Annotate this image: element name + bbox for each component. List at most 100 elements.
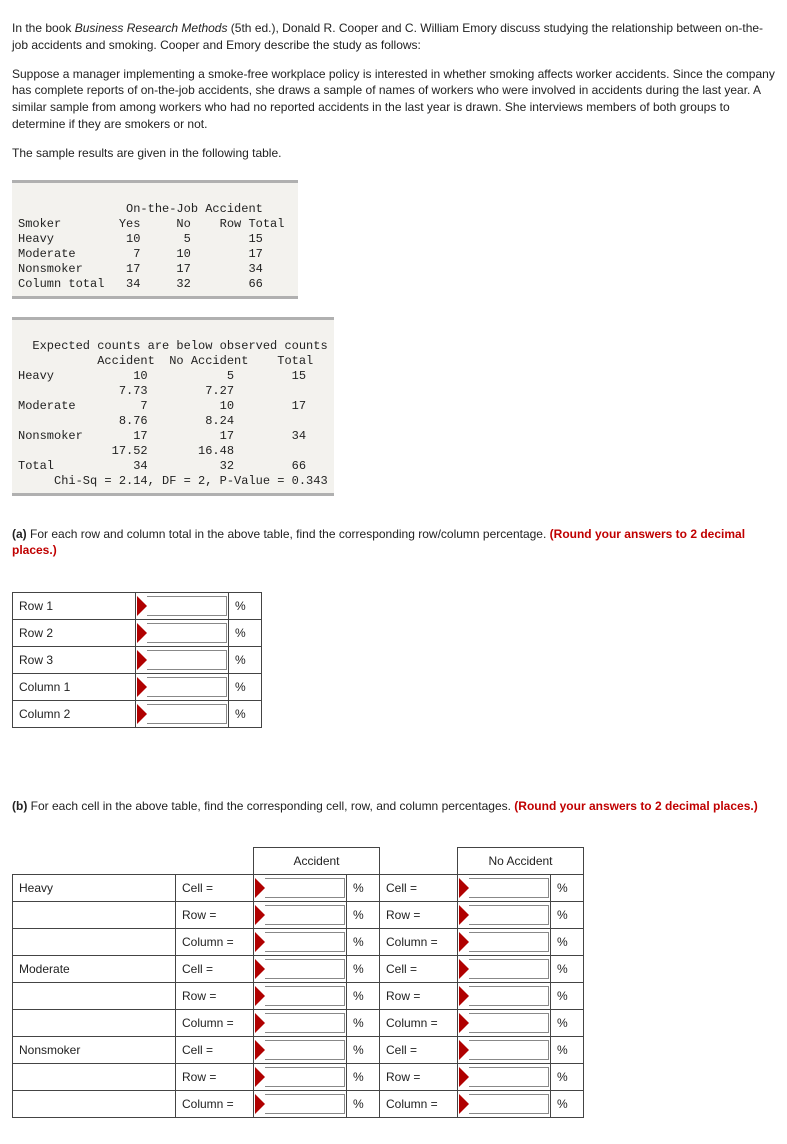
metric-label: Row =: [380, 902, 458, 929]
answer-input[interactable]: [469, 905, 549, 925]
answer-nonsmoker-acc-cell[interactable]: [255, 1040, 345, 1060]
percent-label: %: [551, 1064, 584, 1091]
row-label: Row 2: [13, 619, 136, 646]
percent-label: %: [347, 1037, 380, 1064]
answer-column-2[interactable]: [137, 704, 227, 724]
metric-label: Column =: [380, 929, 458, 956]
intro-text: In the book: [12, 21, 75, 35]
marker-icon: [137, 596, 147, 616]
answer-heavy-acc-cell[interactable]: [255, 878, 345, 898]
marker-icon: [255, 1040, 265, 1060]
answer-input[interactable]: [147, 677, 227, 697]
answer-input[interactable]: [469, 1040, 549, 1060]
marker-icon: [255, 1094, 265, 1114]
percent-label: %: [551, 1091, 584, 1118]
marker-icon: [459, 1067, 469, 1087]
answer-input[interactable]: [265, 1013, 345, 1033]
marker-icon: [255, 959, 265, 979]
metric-label: Cell =: [380, 875, 458, 902]
answer-moderate-noacc-row[interactable]: [459, 986, 549, 1006]
answer-row-1[interactable]: [137, 596, 227, 616]
table-row: 17.52 16.48: [18, 444, 234, 458]
metric-label: Column =: [176, 929, 254, 956]
answer-input[interactable]: [469, 1013, 549, 1033]
rounding-instruction: (Round your answers to 2 decimal places.…: [514, 799, 757, 813]
marker-icon: [459, 878, 469, 898]
answer-input[interactable]: [265, 878, 345, 898]
percent-label: %: [551, 983, 584, 1010]
question-text: For each cell in the above table, find t…: [27, 799, 514, 813]
answer-row-2[interactable]: [137, 623, 227, 643]
percent-label: %: [551, 929, 584, 956]
marker-icon: [137, 677, 147, 697]
empty-cell: [13, 1091, 176, 1118]
marker-icon: [137, 650, 147, 670]
empty-cell: [13, 983, 176, 1010]
answer-moderate-noacc-column[interactable]: [459, 1013, 549, 1033]
answer-heavy-acc-column[interactable]: [255, 932, 345, 952]
metric-label: Column =: [176, 1010, 254, 1037]
answer-moderate-noacc-cell[interactable]: [459, 959, 549, 979]
answer-input[interactable]: [469, 932, 549, 952]
answer-row-3[interactable]: [137, 650, 227, 670]
answer-heavy-noacc-cell[interactable]: [459, 878, 549, 898]
metric-label: Column =: [176, 1091, 254, 1118]
header-no-accident: No Accident: [458, 848, 584, 875]
answer-input[interactable]: [147, 650, 227, 670]
percent-label: %: [347, 1010, 380, 1037]
table-row: Smoker Yes No Row Total: [18, 217, 284, 231]
table-row: On-the-Job Accident: [18, 202, 292, 216]
answer-input[interactable]: [265, 1094, 345, 1114]
answer-heavy-noacc-row[interactable]: [459, 905, 549, 925]
metric-label: Column =: [380, 1010, 458, 1037]
answer-moderate-acc-column[interactable]: [255, 1013, 345, 1033]
observed-table-block: On-the-Job Accident Smoker Yes No Row To…: [12, 180, 298, 299]
marker-icon: [459, 959, 469, 979]
percent-label: %: [347, 875, 380, 902]
question-b: (b) For each cell in the above table, fi…: [12, 798, 775, 815]
table-row: Nonsmoker 17 17 34: [18, 429, 306, 443]
answer-input[interactable]: [469, 1094, 549, 1114]
answer-input[interactable]: [265, 932, 345, 952]
answer-input[interactable]: [265, 986, 345, 1006]
empty-cell: [13, 929, 176, 956]
answer-input[interactable]: [147, 623, 227, 643]
answer-input[interactable]: [469, 1067, 549, 1087]
answer-input[interactable]: [469, 878, 549, 898]
percent-label: %: [347, 929, 380, 956]
table-row: 8.76 8.24: [18, 414, 234, 428]
answer-input[interactable]: [147, 704, 227, 724]
answer-nonsmoker-acc-column[interactable]: [255, 1094, 345, 1114]
row-label: Column 1: [13, 673, 136, 700]
book-title: Business Research Methods: [75, 21, 228, 35]
metric-label: Row =: [176, 902, 254, 929]
marker-icon: [137, 704, 147, 724]
table-row: Accident No Accident Total: [18, 354, 313, 368]
answer-input[interactable]: [265, 905, 345, 925]
answer-input[interactable]: [147, 596, 227, 616]
answer-input[interactable]: [265, 959, 345, 979]
marker-icon: [459, 905, 469, 925]
answer-column-1[interactable]: [137, 677, 227, 697]
answer-input[interactable]: [265, 1067, 345, 1087]
answer-nonsmoker-acc-row[interactable]: [255, 1067, 345, 1087]
answer-nonsmoker-noacc-cell[interactable]: [459, 1040, 549, 1060]
table-row: Nonsmoker 17 17 34: [18, 262, 263, 276]
percent-label: %: [229, 673, 262, 700]
answer-input[interactable]: [469, 959, 549, 979]
intro-paragraph-1: In the book Business Research Methods (5…: [12, 20, 775, 54]
question-tag: (a): [12, 527, 27, 541]
answer-nonsmoker-noacc-column[interactable]: [459, 1094, 549, 1114]
answer-moderate-acc-cell[interactable]: [255, 959, 345, 979]
table-row: Heavy 10 5 15: [18, 369, 306, 383]
marker-icon: [459, 932, 469, 952]
answer-heavy-acc-row[interactable]: [255, 905, 345, 925]
answer-moderate-acc-row[interactable]: [255, 986, 345, 1006]
table-row: Column total 34 32 66: [18, 277, 263, 291]
row-label: Row 3: [13, 646, 136, 673]
answer-heavy-noacc-column[interactable]: [459, 932, 549, 952]
answer-nonsmoker-noacc-row[interactable]: [459, 1067, 549, 1087]
answer-input[interactable]: [469, 986, 549, 1006]
answer-input[interactable]: [265, 1040, 345, 1060]
empty-cell: [13, 902, 176, 929]
